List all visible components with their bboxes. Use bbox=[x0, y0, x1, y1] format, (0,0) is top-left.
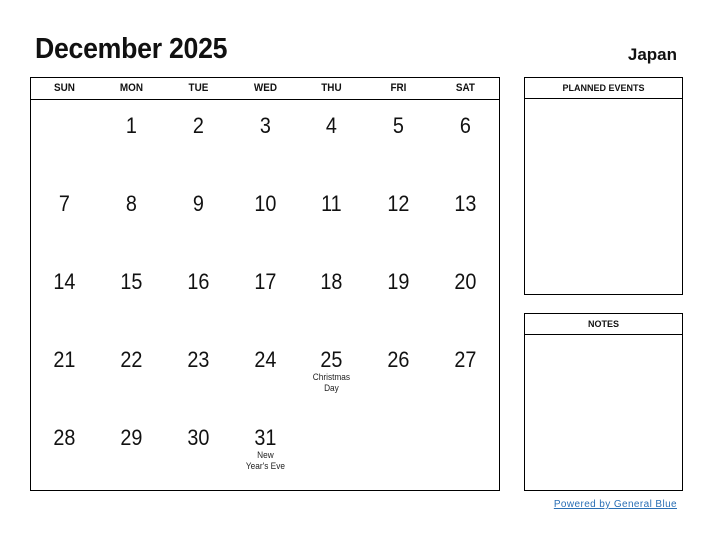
day-number: 18 bbox=[320, 269, 343, 294]
weekday-sun: SUN bbox=[53, 82, 75, 94]
day-number: 27 bbox=[454, 347, 477, 372]
day-cell: 18 bbox=[298, 256, 365, 334]
weekday-mon: MON bbox=[119, 82, 143, 94]
day-number: 31 bbox=[253, 425, 277, 450]
day-cell: 22 bbox=[98, 334, 165, 412]
day-number: 21 bbox=[53, 347, 76, 372]
day-number: 19 bbox=[387, 269, 410, 294]
day-cell: 6 bbox=[432, 100, 499, 178]
day-cell: 24 bbox=[232, 334, 299, 412]
day-number: 20 bbox=[454, 269, 477, 294]
weekday-sat: SAT bbox=[456, 82, 476, 94]
day-cell: 15 bbox=[98, 256, 165, 334]
day-cell: 4 bbox=[298, 100, 365, 178]
day-cell: 28 bbox=[31, 412, 98, 490]
day-number: 16 bbox=[187, 269, 210, 294]
day-cell: 31 New Year's Eve bbox=[232, 412, 299, 490]
day-cell: 30 bbox=[165, 412, 232, 490]
day-number: 22 bbox=[120, 347, 143, 372]
day-number: 10 bbox=[253, 191, 277, 216]
day-cell: 19 bbox=[365, 256, 432, 334]
country-label: Japan bbox=[627, 45, 677, 64]
day-cell bbox=[432, 412, 499, 490]
day-cell: 1 bbox=[98, 100, 165, 178]
day-cell: 5 bbox=[365, 100, 432, 178]
day-number: 29 bbox=[120, 425, 143, 450]
day-cell: 8 bbox=[98, 178, 165, 256]
day-cell: 7 bbox=[31, 178, 98, 256]
notes-header: NOTES bbox=[525, 314, 682, 335]
day-cell: 2 bbox=[165, 100, 232, 178]
day-number: 24 bbox=[253, 347, 277, 372]
day-number: 9 bbox=[192, 191, 204, 216]
day-cell: 20 bbox=[432, 256, 499, 334]
day-cell bbox=[31, 100, 98, 178]
day-number: 28 bbox=[53, 425, 76, 450]
day-number: 11 bbox=[321, 191, 343, 216]
holiday-label: Christmas Day bbox=[313, 372, 351, 393]
day-cell: 10 bbox=[232, 178, 299, 256]
days-grid: 1 2 3 4 5 6 7 8 9 10 11 12 13 14 15 16 17 18 19 20 21 22 23 24 2… bbox=[31, 100, 499, 490]
day-cell: 12 bbox=[365, 178, 432, 256]
weekday-tue: TUE bbox=[188, 82, 209, 94]
day-number: 17 bbox=[253, 269, 277, 294]
day-cell: 11 bbox=[298, 178, 365, 256]
holiday-label: New Year's Eve bbox=[245, 450, 285, 471]
day-number: 2 bbox=[192, 113, 204, 138]
day-number: 25 bbox=[320, 347, 343, 372]
day-number: 8 bbox=[125, 191, 137, 216]
day-number: 4 bbox=[326, 113, 338, 138]
day-number: 15 bbox=[120, 269, 143, 294]
day-cell: 23 bbox=[165, 334, 232, 412]
day-number: 26 bbox=[387, 347, 410, 372]
day-number: 3 bbox=[259, 113, 271, 138]
page-title: December 2025 bbox=[35, 33, 228, 65]
day-number: 6 bbox=[460, 113, 472, 138]
day-number: 1 bbox=[125, 113, 137, 138]
weekday-header: SUN MON TUE WED THU FRI SAT bbox=[31, 78, 499, 100]
day-number: 5 bbox=[393, 113, 405, 138]
day-cell: 25 Christmas Day bbox=[298, 334, 365, 412]
day-cell: 17 bbox=[232, 256, 299, 334]
day-cell bbox=[298, 412, 365, 490]
powered-by-link[interactable]: Powered by General Blue bbox=[554, 499, 677, 510]
day-number: 14 bbox=[53, 269, 76, 294]
day-cell: 26 bbox=[365, 334, 432, 412]
calendar-grid: SUN MON TUE WED THU FRI SAT 1 2 3 4 5 6 7 8 9 10 1… bbox=[30, 77, 500, 491]
day-number: 13 bbox=[454, 191, 477, 216]
day-cell: 9 bbox=[165, 178, 232, 256]
day-number: 30 bbox=[187, 425, 210, 450]
day-cell: 16 bbox=[165, 256, 232, 334]
day-cell: 13 bbox=[432, 178, 499, 256]
weekday-wed: WED bbox=[253, 82, 277, 94]
day-cell: 27 bbox=[432, 334, 499, 412]
day-cell: 3 bbox=[232, 100, 299, 178]
planned-events-header: PLANNED EVENTS bbox=[525, 78, 682, 99]
day-cell: 29 bbox=[98, 412, 165, 490]
day-number: 23 bbox=[187, 347, 210, 372]
day-cell: 21 bbox=[31, 334, 98, 412]
day-number: 7 bbox=[58, 191, 70, 216]
planned-events-box: PLANNED EVENTS bbox=[524, 77, 683, 295]
day-cell bbox=[365, 412, 432, 490]
day-cell: 14 bbox=[31, 256, 98, 334]
notes-box: NOTES bbox=[524, 313, 683, 491]
day-number: 12 bbox=[387, 191, 410, 216]
weekday-fri: FRI bbox=[390, 82, 407, 94]
weekday-thu: THU bbox=[321, 82, 343, 94]
